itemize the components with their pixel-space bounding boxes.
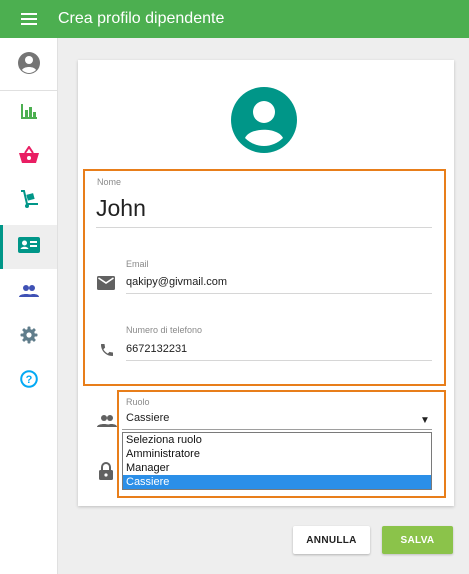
email-icon (96, 275, 116, 291)
role-label: Ruolo (126, 397, 150, 407)
people-icon (96, 413, 118, 429)
phone-label: Numero di telefono (126, 325, 203, 335)
name-underline (96, 227, 432, 228)
phone-field[interactable] (126, 342, 432, 356)
dropdown-caret-icon[interactable]: ▼ (420, 415, 430, 426)
svg-text:?: ? (25, 374, 32, 386)
role-select-value[interactable]: Cassiere (126, 412, 169, 424)
shopping-basket-icon (18, 144, 39, 169)
sidebar-item-account[interactable] (0, 43, 57, 87)
menu-icon (21, 13, 37, 25)
email-underline (126, 293, 432, 294)
cancel-button[interactable]: ANNULLA (293, 526, 370, 554)
account-circle-icon (231, 87, 297, 157)
profile-avatar[interactable] (231, 87, 297, 153)
sidebar-item-warehouse[interactable] (0, 179, 57, 223)
help-circle-icon: ? (19, 369, 38, 393)
sidebar-item-settings[interactable] (0, 315, 57, 359)
lock-icon (98, 461, 114, 481)
sidebar-item-customers[interactable] (0, 271, 57, 315)
email-label: Email (126, 259, 149, 269)
role-select-underline (122, 429, 432, 430)
bar-chart-icon (20, 102, 38, 125)
role-dropdown-list[interactable]: Seleziona ruolo Amministratore Manager C… (122, 432, 432, 490)
sidebar-item-employees[interactable] (0, 225, 57, 269)
phone-icon (98, 341, 116, 359)
account-circle-icon (17, 51, 41, 80)
sidebar-item-sales[interactable] (0, 135, 57, 179)
save-button[interactable]: SALVA (382, 526, 453, 554)
sidebar-nav: ? (0, 38, 58, 574)
settings-gear-icon (20, 326, 38, 349)
sidebar-item-reports[interactable] (0, 91, 57, 135)
name-label: Nome (97, 177, 122, 187)
role-option[interactable]: Amministratore (123, 447, 431, 461)
role-option-selected[interactable]: Cassiere (123, 475, 431, 489)
app-bar: Crea profilo dipendente (0, 0, 469, 38)
role-option[interactable]: Seleziona ruolo (123, 433, 431, 447)
phone-underline (126, 360, 432, 361)
name-field[interactable] (96, 193, 432, 223)
people-icon (18, 284, 39, 303)
email-field[interactable] (126, 275, 432, 289)
role-option[interactable]: Manager (123, 461, 431, 475)
menu-button[interactable] (0, 0, 58, 38)
page-title: Crea profilo dipendente (58, 10, 225, 27)
hand-truck-icon (19, 189, 39, 214)
contact-card-icon (17, 236, 40, 258)
sidebar-item-help[interactable]: ? (0, 359, 57, 403)
